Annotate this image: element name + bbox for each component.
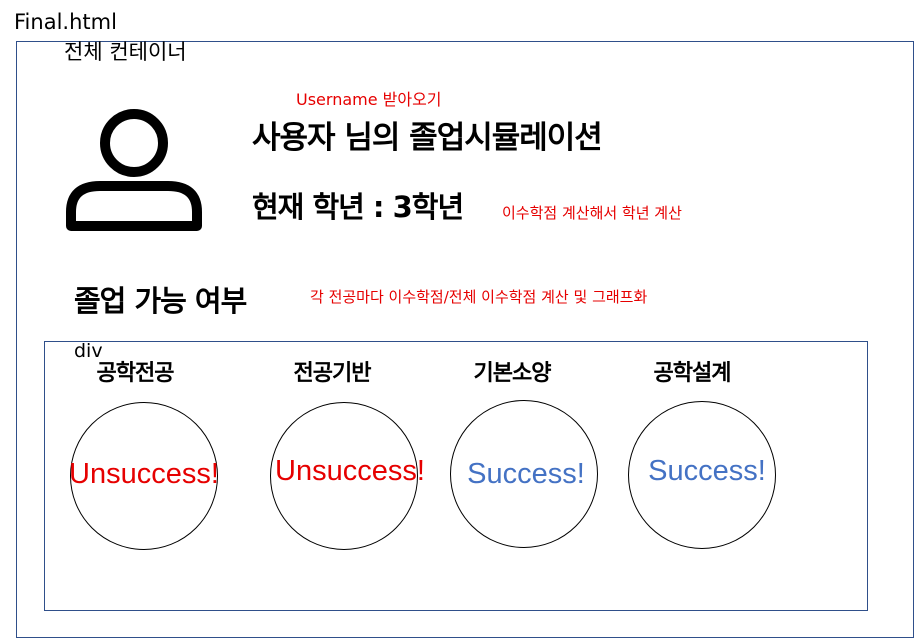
- graph-annotation: 각 전공마다 이수학점/전체 이수학점 계산 및 그래프화: [310, 288, 648, 306]
- status-text-basic-literacy: Success!: [467, 458, 585, 490]
- grade-annotation: 이수학점 계산해서 학년 계산: [502, 204, 682, 222]
- category-label-engineering-design: 공학설계: [653, 361, 732, 386]
- user-icon: [66, 109, 202, 231]
- status-text-engineering-major: Unsuccess!: [69, 458, 219, 490]
- graduation-section-title: 졸업 가능 여부: [74, 284, 247, 318]
- username-annotation: Username 받아오기: [296, 90, 442, 109]
- page-title: 사용자 님의 졸업시뮬레이션: [252, 120, 603, 156]
- category-label-basic-literacy: 기본소양: [473, 361, 552, 386]
- category-label-engineering-major: 공학전공: [96, 361, 175, 386]
- category-label-major-foundation: 전공기반: [293, 361, 372, 386]
- outer-container-label: 전체 컨테이너: [64, 40, 187, 64]
- status-text-major-foundation: Unsuccess!: [275, 455, 425, 487]
- current-grade: 현재 학년 : 3학년: [252, 190, 464, 224]
- file-name: Final.html: [14, 10, 117, 34]
- status-text-engineering-design: Success!: [648, 455, 766, 487]
